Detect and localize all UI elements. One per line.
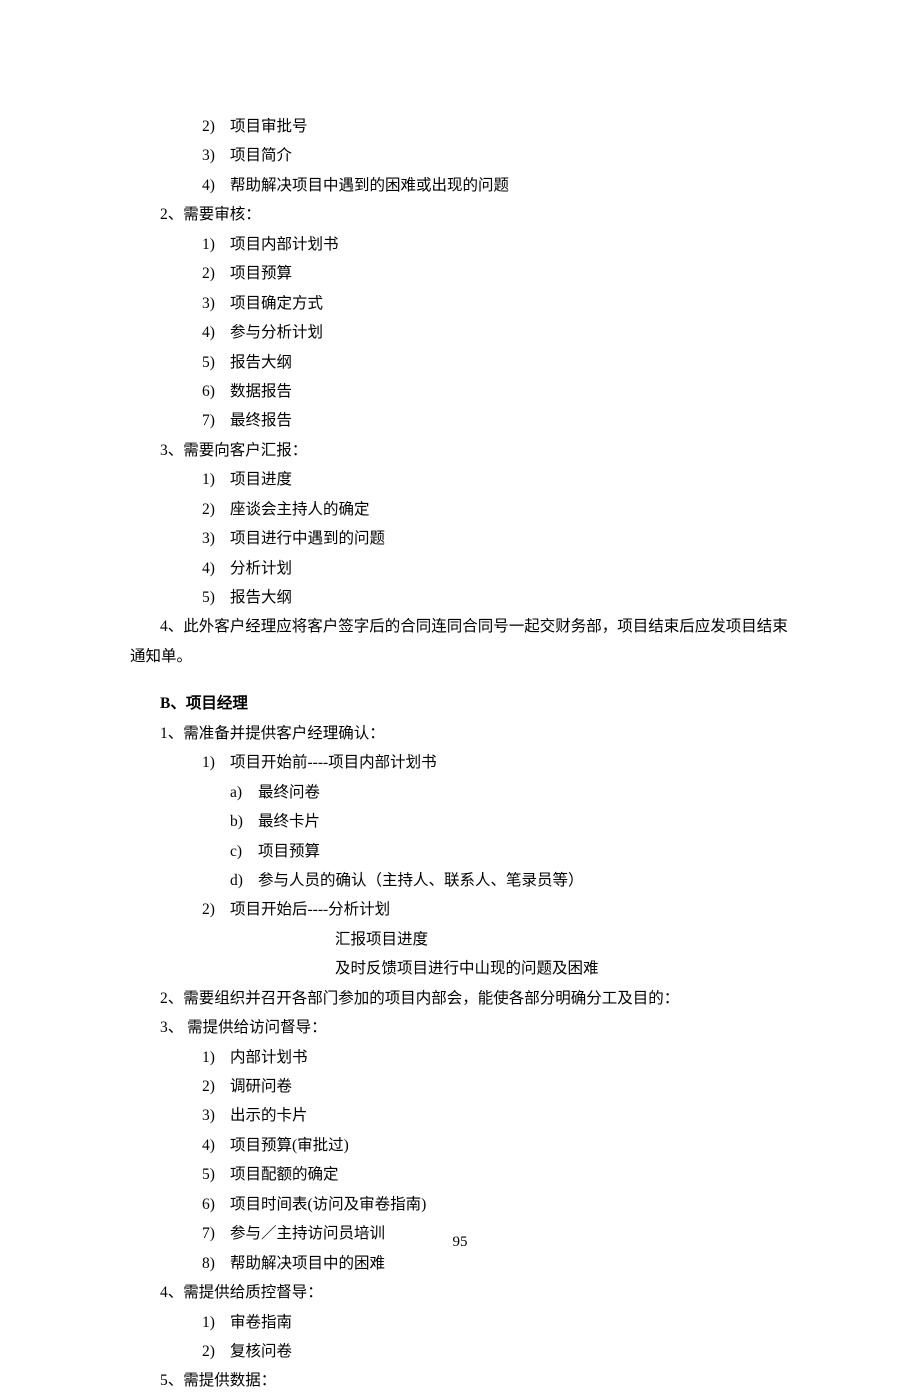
list-item: 5)项目配额的确定 bbox=[130, 1160, 790, 1189]
list-continuation: 及时反馈项目进行中山现的问题及困难 bbox=[130, 954, 790, 983]
list-continuation: 汇报项目进度 bbox=[130, 925, 790, 954]
document-page: 2)项目审批号 3)项目简介 4)帮助解决项目中遇到的困难或出现的问题 2、需要… bbox=[130, 112, 790, 1396]
list-item: 4)帮助解决项目中遇到的困难或出现的问题 bbox=[130, 171, 790, 200]
list-heading: 3、 需提供给访问督导： bbox=[130, 1013, 790, 1042]
list-item: d)参与人员的确认（主持人、联系人、笔录员等） bbox=[130, 866, 790, 895]
list-item: 2)复核问卷 bbox=[130, 1337, 790, 1366]
list-item: 2)项目预算 bbox=[130, 259, 790, 288]
list-heading: 2、需要审核： bbox=[130, 200, 790, 229]
list-heading: 2、需要组织并召开各部门参加的项目内部会，能使各部分明确分工及目的： bbox=[130, 984, 790, 1013]
list-item: b)最终卡片 bbox=[130, 807, 790, 836]
list-item: c)项目预算 bbox=[130, 837, 790, 866]
paragraph: 4、此外客户经理应将客户签字后的合同连同合同号一起交财务部，项目结束后应发项目结… bbox=[130, 612, 790, 671]
list-item: 1)内部计划书 bbox=[130, 1043, 790, 1072]
list-item: 2)调研问卷 bbox=[130, 1072, 790, 1101]
list-item: 1)项目开始前----项目内部计划书 bbox=[130, 748, 790, 777]
list-item: 3)项目确定方式 bbox=[130, 289, 790, 318]
list-item: 1)项目内部计划书 bbox=[130, 230, 790, 259]
list-item: 3)出示的卡片 bbox=[130, 1101, 790, 1130]
page-number: 95 bbox=[0, 1228, 920, 1257]
list-item: 5)报告大纲 bbox=[130, 348, 790, 377]
section-heading-b: B、项目经理 bbox=[130, 689, 790, 718]
list-item: a)最终问卷 bbox=[130, 778, 790, 807]
list-heading: 5、需提供数据： bbox=[130, 1366, 790, 1395]
list-item: 3)项目进行中遇到的问题 bbox=[130, 524, 790, 553]
list-item: 1)审卷指南 bbox=[130, 1308, 790, 1337]
list-item: 5)报告大纲 bbox=[130, 583, 790, 612]
list-heading: 1、需准备并提供客户经理确认： bbox=[130, 719, 790, 748]
list-item: 4)参与分析计划 bbox=[130, 318, 790, 347]
list-heading: 4、需提供给质控督导： bbox=[130, 1278, 790, 1307]
list-item: 4)分析计划 bbox=[130, 554, 790, 583]
list-item: 1)项目进度 bbox=[130, 465, 790, 494]
list-item: 2)座谈会主持人的确定 bbox=[130, 495, 790, 524]
list-item: 2)项目审批号 bbox=[130, 112, 790, 141]
list-heading: 3、需要向客户汇报： bbox=[130, 436, 790, 465]
list-item: 2)项目开始后----分析计划 bbox=[130, 895, 790, 924]
list-item: 3)项目简介 bbox=[130, 141, 790, 170]
list-item: 6)项目时间表(访问及审卷指南) bbox=[130, 1190, 790, 1219]
list-item: 6)数据报告 bbox=[130, 377, 790, 406]
list-item: 4)项目预算(审批过) bbox=[130, 1131, 790, 1160]
list-item: 7)最终报告 bbox=[130, 406, 790, 435]
